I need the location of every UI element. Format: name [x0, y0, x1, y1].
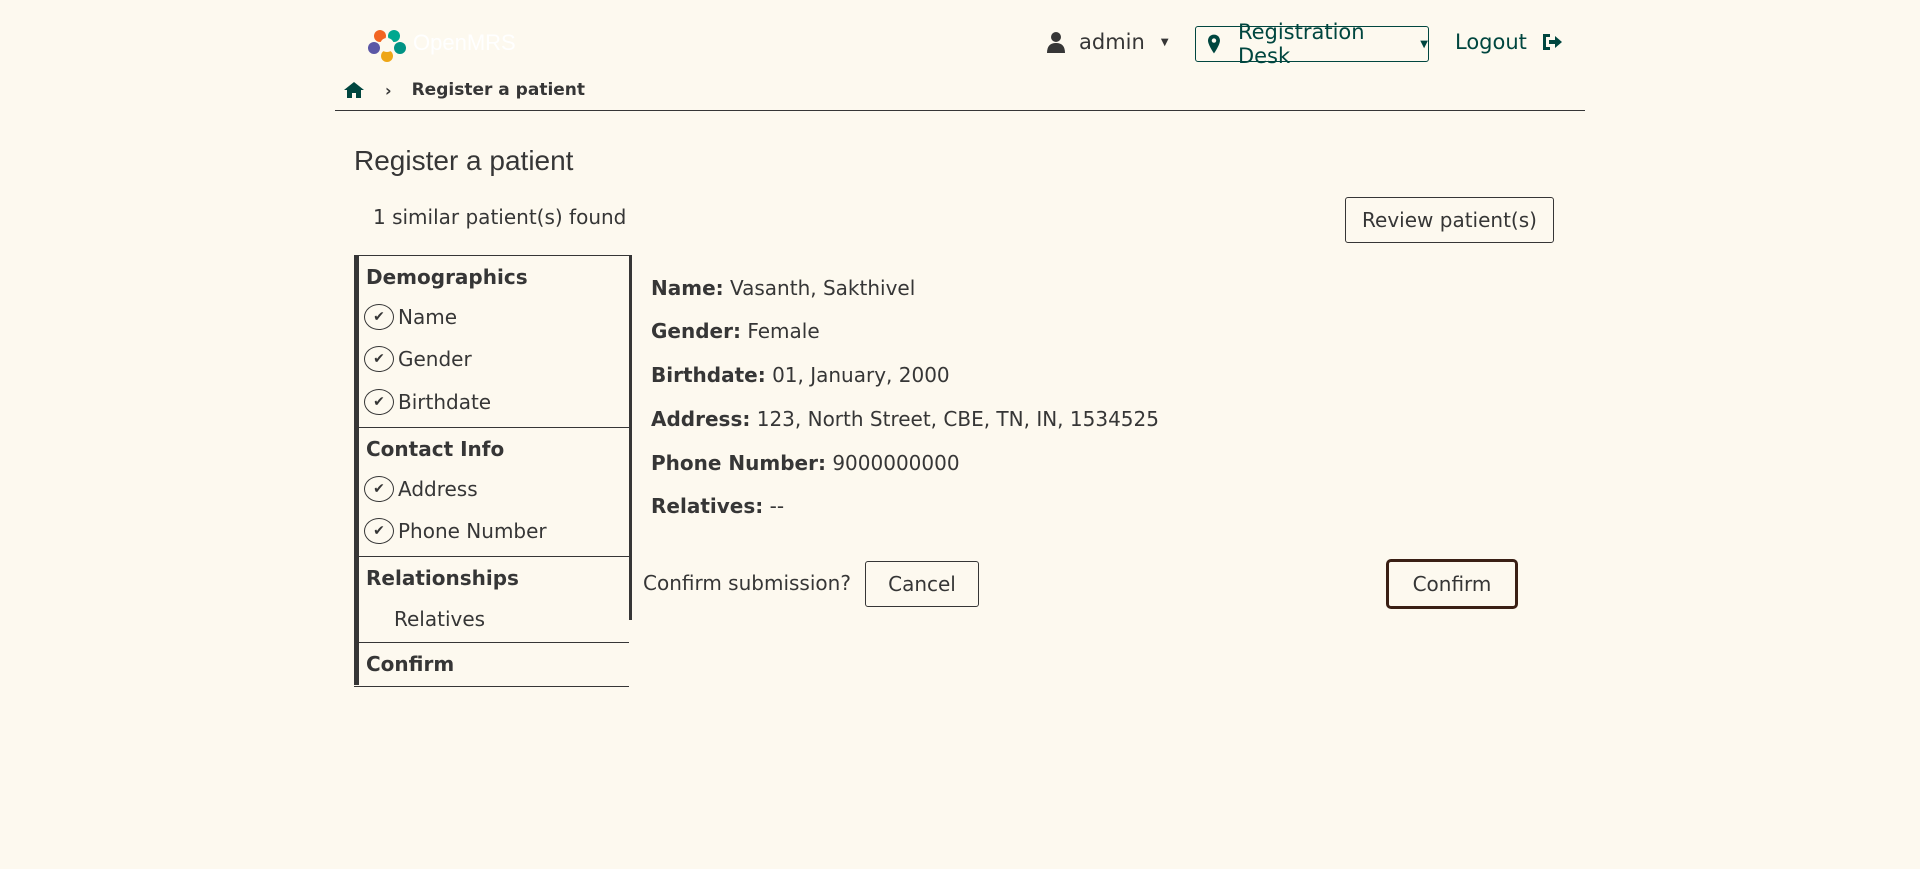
detail-birthdate: Birthdate: 01, January, 2000	[651, 363, 950, 387]
section-title-demographics: Demographics	[366, 265, 528, 289]
detail-label: Birthdate:	[651, 363, 766, 387]
breadcrumb-current: Register a patient	[411, 80, 586, 100]
map-marker-icon	[1208, 34, 1220, 54]
detail-value: 123, North Street, CBE, TN, IN, 1534525	[756, 407, 1159, 431]
confirm-submission-question: Confirm submission?	[643, 571, 851, 595]
caret-down-icon: ▼	[1160, 36, 1169, 48]
section-title-relationships: Relationships	[366, 566, 519, 590]
header: OpenMRS admin ▼ Registration Desk ▼ Logo…	[335, 0, 1585, 111]
detail-phone-number: Phone Number: 9000000000	[651, 451, 960, 475]
detail-value: Female	[747, 319, 820, 343]
step-label: Gender	[398, 347, 472, 371]
step-label: Birthdate	[398, 390, 492, 414]
step-label: Relatives	[394, 607, 486, 631]
registration-steps-sidebar: Demographics ✔ Name ✔ Gender ✔ Birthdate…	[354, 255, 632, 687]
section-demographics[interactable]: Demographics ✔ Name ✔ Gender ✔ Birthdate	[354, 255, 629, 428]
chevron-right-icon: ›	[385, 80, 392, 100]
review-patients-button[interactable]: Review patient(s)	[1345, 197, 1554, 243]
detail-label: Phone Number:	[651, 451, 826, 475]
user-icon	[1047, 32, 1065, 53]
check-circle-icon: ✔	[364, 346, 394, 372]
step-label: Address	[398, 477, 478, 501]
check-circle-icon: ✔	[364, 389, 394, 415]
section-contact-info[interactable]: Contact Info ✔ Address ✔ Phone Number	[354, 428, 629, 557]
location-selector[interactable]: Registration Desk ▼	[1195, 20, 1429, 68]
logout-link[interactable]: Logout	[1455, 30, 1563, 54]
caret-down-icon: ▼	[1420, 38, 1428, 50]
detail-value: --	[769, 494, 785, 518]
detail-gender: Gender: Female	[651, 319, 820, 343]
detail-label: Name:	[651, 276, 724, 300]
check-circle-icon: ✔	[364, 476, 394, 502]
detail-name: Name: Vasanth, Sakthivel	[651, 276, 915, 300]
step-birthdate[interactable]: ✔ Birthdate	[364, 389, 491, 415]
openmrs-logo-icon[interactable]	[367, 27, 407, 63]
sign-out-icon	[1542, 34, 1562, 50]
detail-value: Vasanth, Sakthivel	[730, 276, 916, 300]
section-confirm[interactable]: Confirm	[354, 643, 629, 687]
section-relationships[interactable]: Relationships Relatives	[354, 557, 629, 643]
location-label: Registration Desk	[1237, 20, 1365, 68]
section-title-contact-info: Contact Info	[366, 437, 505, 461]
page-title: Register a patient	[354, 145, 574, 176]
user-name: admin	[1079, 30, 1145, 54]
sidebar-divider	[629, 255, 632, 620]
detail-relatives: Relatives: --	[651, 494, 784, 518]
section-title-confirm: Confirm	[366, 652, 455, 676]
detail-label: Relatives:	[651, 494, 764, 518]
check-circle-icon: ✔	[364, 518, 394, 544]
step-label: Phone Number	[398, 519, 547, 543]
step-address[interactable]: ✔ Address	[364, 476, 478, 502]
home-icon[interactable]	[343, 81, 365, 99]
step-label: Name	[398, 305, 458, 329]
detail-address: Address: 123, North Street, CBE, TN, IN,…	[651, 407, 1159, 431]
logo-text: OpenMRS	[413, 30, 516, 55]
detail-label: Address:	[651, 407, 751, 431]
confirm-button[interactable]: Confirm	[1386, 559, 1518, 609]
step-relatives[interactable]: Relatives	[394, 607, 485, 631]
step-phone-number[interactable]: ✔ Phone Number	[364, 518, 547, 544]
detail-value: 9000000000	[832, 451, 960, 475]
breadcrumb: › Register a patient	[343, 80, 585, 100]
step-gender[interactable]: ✔ Gender	[364, 346, 472, 372]
step-name[interactable]: ✔ Name	[364, 304, 457, 330]
cancel-button[interactable]: Cancel	[865, 561, 979, 607]
similar-patients-text: 1 similar patient(s) found	[373, 205, 627, 229]
detail-value: 01, January, 2000	[772, 363, 950, 387]
logout-label: Logout	[1455, 30, 1527, 54]
detail-label: Gender:	[651, 319, 741, 343]
user-menu[interactable]: admin ▼	[1047, 30, 1169, 54]
check-circle-icon: ✔	[364, 304, 394, 330]
